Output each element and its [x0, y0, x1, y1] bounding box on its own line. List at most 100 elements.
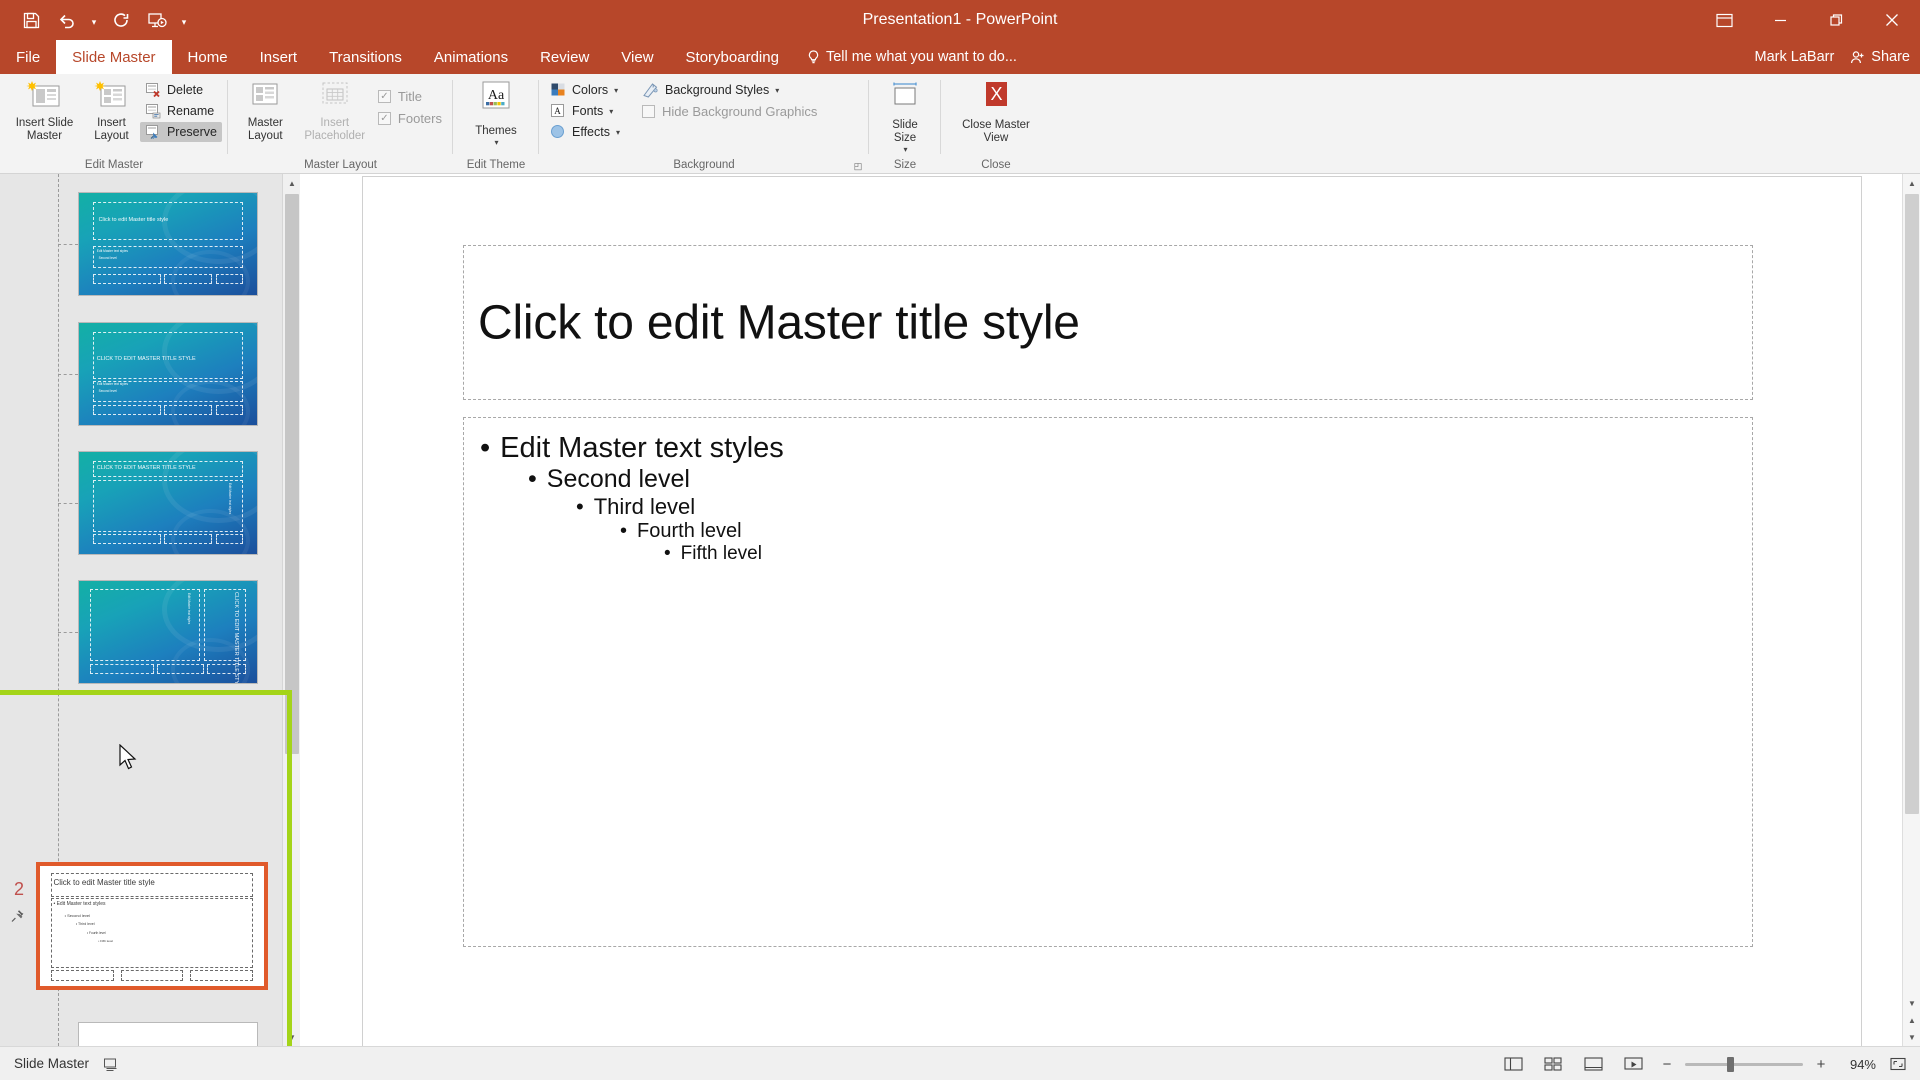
- reading-view-icon[interactable]: [1578, 1052, 1608, 1076]
- slide-size-dropdown-icon[interactable]: ▾: [903, 145, 907, 154]
- bullet-level-2: • Second level: [528, 465, 1736, 494]
- background-dialog-launcher[interactable]: ◰: [851, 159, 865, 173]
- preserve-master-button[interactable]: Preserve: [139, 122, 222, 142]
- thumbnail-layout-title-slide[interactable]: Click to edit Master title style Click t…: [78, 1022, 258, 1046]
- hide-background-graphics-box: ✓: [642, 105, 655, 118]
- ribbon-group-edit-master: Insert Slide Master Insert Layout Delete…: [0, 74, 228, 174]
- tab-slide-master[interactable]: Slide Master: [56, 40, 172, 74]
- undo-icon[interactable]: [50, 5, 84, 35]
- bullet-dot-icon: •: [576, 494, 584, 519]
- title-placeholder[interactable]: Click to edit Master title style: [463, 245, 1753, 400]
- fit-to-window-icon[interactable]: [1886, 1053, 1910, 1075]
- rename-master-button[interactable]: Rename: [140, 101, 222, 121]
- insert-layout-icon: [94, 81, 126, 107]
- bullet-level-5: • Fifth level: [664, 543, 1736, 565]
- thumbnail-list[interactable]: Click to edit Master title style Edit Ma…: [0, 174, 292, 1046]
- thumb-body-text: • Edit Master text styles: [53, 900, 106, 907]
- share-label: Share: [1871, 49, 1910, 65]
- themes-button[interactable]: Aa Themes ▾: [469, 78, 523, 149]
- scroll-up-icon[interactable]: ▲: [1903, 174, 1920, 192]
- slideshow-icon[interactable]: [1618, 1052, 1648, 1076]
- undo-dropdown-icon[interactable]: ▾: [86, 5, 102, 35]
- tab-animations[interactable]: Animations: [418, 40, 524, 74]
- tab-file[interactable]: File: [0, 40, 56, 74]
- slide-editing-surface[interactable]: Click to edit Master title style • Edit …: [362, 176, 1862, 1046]
- zoom-in-button[interactable]: +: [1812, 1056, 1830, 1073]
- tab-review[interactable]: Review: [524, 40, 605, 74]
- fonts-label: Fonts: [572, 104, 604, 118]
- tab-home[interactable]: Home: [172, 40, 244, 74]
- restore-icon[interactable]: [1808, 0, 1864, 40]
- thumb-title-text: Click to edit Master title style: [53, 878, 155, 888]
- start-presentation-icon[interactable]: [140, 5, 174, 35]
- master-layout-icon: [252, 83, 278, 105]
- thumbnail-scroll-up-icon[interactable]: ▲: [283, 174, 300, 192]
- slide-sorter-icon[interactable]: [1538, 1052, 1568, 1076]
- thumbnail-layout-3[interactable]: CLICK TO EDIT MASTER TITLE STYLE Edit Ma…: [58, 451, 258, 555]
- footers-checkbox-label: Footers: [397, 111, 442, 126]
- close-icon[interactable]: [1864, 0, 1920, 40]
- tab-insert[interactable]: Insert: [244, 40, 314, 74]
- quick-access-toolbar: ▾ ▾: [0, 5, 192, 35]
- thumbnail-scroll-handle[interactable]: [285, 194, 299, 754]
- themes-dropdown-icon[interactable]: ▾: [494, 138, 498, 147]
- insert-layout-button[interactable]: Insert Layout: [83, 78, 140, 145]
- canvas-scroll-handle[interactable]: [1905, 194, 1919, 814]
- colors-dropdown-icon[interactable]: ▾: [614, 86, 618, 95]
- thumbnail-layout-selected[interactable]: Click to edit Master title style • Edit …: [36, 862, 268, 990]
- ribbon-group-background: Colors ▾ A Fonts ▾ Effects ▾ Background …: [539, 74, 869, 174]
- tab-storyboarding[interactable]: Storyboarding: [670, 40, 795, 74]
- insert-slide-master-button[interactable]: Insert Slide Master: [6, 78, 83, 145]
- thumbnail-layout-1[interactable]: Click to edit Master title style Edit Ma…: [58, 192, 258, 296]
- minimize-icon[interactable]: [1752, 0, 1808, 40]
- tell-me-search[interactable]: Tell me what you want to do...: [795, 40, 1029, 74]
- effects-label: Effects: [572, 125, 610, 139]
- tab-transitions[interactable]: Transitions: [313, 40, 418, 74]
- zoom-slider-track[interactable]: [1685, 1056, 1803, 1072]
- effects-button[interactable]: Effects ▾: [545, 122, 625, 142]
- master-layout-button[interactable]: Master Layout: [234, 78, 297, 145]
- thumbnail-layout-2[interactable]: CLICK TO EDIT MASTER TITLE STYLE Edit Ma…: [58, 322, 258, 426]
- thumb-title-text: CLICK TO EDIT MASTER TITLE STYLE: [96, 355, 196, 362]
- next-slide-icon[interactable]: ▼: [1903, 1028, 1920, 1046]
- body-placeholder[interactable]: • Edit Master text styles • Second level…: [463, 417, 1753, 947]
- background-styles-dropdown-icon[interactable]: ▾: [775, 86, 779, 95]
- redo-icon[interactable]: [104, 5, 138, 35]
- thumbnail-scrollbar[interactable]: ▲ ▼: [282, 174, 300, 1046]
- notes-icon[interactable]: [103, 1056, 121, 1072]
- canvas-scrollbar[interactable]: ▲ ▼ ▲ ▼: [1902, 174, 1920, 1046]
- thumbnail-layout-4[interactable]: CLICK TO EDIT MASTER TITLE STYLE Edit Ma…: [58, 580, 258, 684]
- customize-qat-icon[interactable]: ▾: [176, 5, 192, 35]
- previous-slide-icon[interactable]: ▲: [1903, 1011, 1920, 1029]
- hide-background-graphics-checkbox[interactable]: ✓ Hide Background Graphics: [637, 101, 822, 122]
- tree-connector: [58, 503, 78, 504]
- zoom-slider-handle[interactable]: [1727, 1056, 1734, 1072]
- ribbon-display-options-icon[interactable]: [1696, 0, 1752, 40]
- footers-checkbox[interactable]: ✓ Footers: [373, 108, 447, 129]
- close-master-view-button[interactable]: X Close Master View: [947, 78, 1045, 147]
- share-person-icon: [1851, 50, 1864, 63]
- group-label-edit-theme: Edit Theme: [466, 159, 526, 171]
- master-layout-label: Master Layout: [247, 117, 283, 142]
- share-button[interactable]: Share: [1850, 49, 1910, 65]
- bullet-dot-icon: •: [528, 465, 537, 493]
- title-checkbox[interactable]: ✓ Title: [373, 86, 447, 107]
- insert-placeholder-button[interactable]: Insert Placeholder: [297, 78, 373, 145]
- slide-size-button[interactable]: Slide Size ▾: [875, 78, 935, 156]
- slide-thumbnail-pane: Click to edit Master title style Edit Ma…: [0, 174, 300, 1046]
- colors-button[interactable]: Colors ▾: [545, 80, 625, 100]
- scroll-down-icon[interactable]: ▼: [1903, 994, 1920, 1012]
- thumb-title-text: Click to edit Master title style: [98, 217, 169, 224]
- normal-view-icon[interactable]: [1498, 1052, 1528, 1076]
- save-icon[interactable]: [14, 5, 48, 35]
- delete-master-button[interactable]: Delete: [140, 80, 222, 100]
- effects-dropdown-icon[interactable]: ▾: [616, 128, 620, 137]
- thumbnail-scroll-down-icon[interactable]: ▼: [283, 1028, 300, 1046]
- tab-view[interactable]: View: [605, 40, 669, 74]
- fonts-button[interactable]: A Fonts ▾: [545, 101, 625, 121]
- background-styles-button[interactable]: Background Styles ▾: [637, 80, 822, 100]
- fonts-dropdown-icon[interactable]: ▾: [609, 107, 613, 116]
- thumbnail-preview: CLICK TO EDIT MASTER TITLE STYLE Edit Ma…: [79, 452, 257, 554]
- slide-size-icon: [893, 82, 917, 105]
- zoom-out-button[interactable]: −: [1658, 1056, 1676, 1073]
